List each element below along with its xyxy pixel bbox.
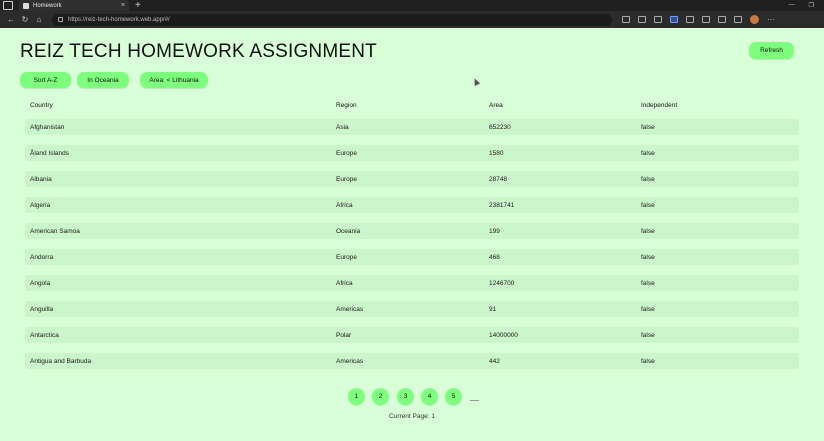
- cell-independent: false: [641, 124, 655, 131]
- table-row: Albania Europe 28748 false: [25, 171, 799, 187]
- read-aloud-icon[interactable]: [638, 16, 646, 23]
- cell-region: Europe: [336, 254, 357, 261]
- url-field[interactable]: https://reiz-tech-homework.web.app/#/: [52, 13, 612, 26]
- cell-region: Africa: [336, 280, 353, 287]
- page-button-1[interactable]: 1: [348, 388, 365, 405]
- cell-country: Albania: [30, 176, 52, 183]
- cell-country: Algeria: [30, 202, 51, 209]
- pagination-more-indicator[interactable]: [470, 400, 479, 401]
- table-header: Country Region Area Independent: [30, 102, 790, 112]
- cell-country: Angola: [30, 280, 51, 287]
- window-controls: — ❐: [789, 2, 814, 9]
- extension-icons: ···: [622, 15, 775, 24]
- cell-country: Afghanistan: [30, 124, 65, 131]
- back-icon[interactable]: ←: [4, 15, 18, 24]
- cell-independent: false: [641, 150, 655, 157]
- cell-area: 442: [489, 358, 500, 365]
- cell-independent: false: [641, 332, 655, 339]
- cell-area: 652230: [489, 124, 511, 131]
- cell-area: 2381741: [489, 202, 515, 209]
- table-row: Antigua and Barbuda Americas 442 false: [25, 353, 799, 369]
- more-options-icon[interactable]: ···: [767, 15, 775, 24]
- in-oceania-button[interactable]: In Oceania: [77, 72, 129, 88]
- table-row: Algeria Africa 2381741 false: [25, 197, 799, 213]
- favicon-icon: [23, 2, 29, 9]
- header-independent: Independent: [641, 102, 678, 109]
- profile-avatar[interactable]: [750, 15, 759, 24]
- new-tab-icon[interactable]: +: [135, 0, 141, 11]
- mouse-cursor-icon: [471, 77, 481, 86]
- cell-independent: false: [641, 228, 655, 235]
- cell-independent: false: [641, 202, 655, 209]
- sort-az-button[interactable]: Sort A-Z: [20, 72, 71, 88]
- cell-country: American Samoa: [30, 228, 80, 235]
- cell-country: Åland Islands: [30, 150, 70, 157]
- cell-independent: false: [641, 306, 655, 313]
- table-row: Afghanistan Asia 652230 false: [25, 119, 799, 135]
- favorite-icon[interactable]: [654, 16, 662, 23]
- extension-icon[interactable]: [670, 16, 678, 23]
- cell-region: Asia: [336, 124, 349, 131]
- favorites-icon[interactable]: [702, 16, 710, 23]
- close-tab-icon[interactable]: ×: [121, 2, 125, 9]
- cell-region: Americas: [336, 306, 364, 313]
- maximize-icon[interactable]: ❐: [809, 2, 814, 9]
- table-row: Anguilla Americas 91 false: [25, 301, 799, 317]
- cell-independent: false: [641, 358, 655, 365]
- cell-area: 28748: [489, 176, 508, 183]
- cell-country: Andorra: [30, 254, 54, 261]
- cell-independent: false: [641, 280, 655, 287]
- cell-area: 1580: [489, 150, 504, 157]
- cell-region: Americas: [336, 358, 364, 365]
- cell-country: Antigua and Barbuda: [30, 358, 92, 365]
- page-title: REIZ TECH HOMEWORK ASSIGNMENT: [20, 41, 377, 62]
- cell-region: Polar: [336, 332, 352, 339]
- browser-address-bar: ← ↻ ⌂ https://reiz-tech-homework.web.app…: [0, 11, 824, 28]
- table-row: Antarctica Polar 14000000 false: [25, 327, 799, 343]
- url-text: https://reiz-tech-homework.web.app/#/: [68, 16, 170, 23]
- area-filter-button[interactable]: Area: < Lithuania: [140, 72, 208, 88]
- cell-area: 91: [489, 306, 497, 313]
- cell-region: Europe: [336, 150, 357, 157]
- header-region: Region: [336, 102, 357, 109]
- cell-area: 199: [489, 228, 500, 235]
- cell-area: 468: [489, 254, 500, 261]
- table-row: American Samoa Oceania 199 false: [25, 223, 799, 239]
- collections-icon[interactable]: [718, 16, 726, 23]
- header-area: Area: [489, 102, 503, 109]
- browser-essentials-icon[interactable]: [734, 16, 742, 23]
- tab-title: Homework: [33, 2, 62, 9]
- cell-area: 14000000: [489, 332, 518, 339]
- refresh-button[interactable]: Refresh: [749, 42, 794, 59]
- lock-icon: [58, 17, 63, 22]
- page-button-4[interactable]: 4: [421, 388, 438, 405]
- cell-independent: false: [641, 254, 655, 261]
- page-button-5[interactable]: 5: [445, 388, 462, 405]
- pagination: 1 2 3 4 5: [0, 388, 824, 406]
- cell-country: Anguilla: [30, 306, 54, 313]
- page-content: REIZ TECH HOMEWORK ASSIGNMENT Refresh So…: [0, 28, 824, 441]
- split-screen-icon[interactable]: [686, 16, 694, 23]
- page-button-2[interactable]: 2: [372, 388, 389, 405]
- browser-tab[interactable]: Homework ×: [19, 0, 129, 11]
- reload-icon[interactable]: ↻: [18, 15, 32, 24]
- reader-view-icon[interactable]: [622, 16, 630, 23]
- table-row: Åland Islands Europe 1580 false: [25, 145, 799, 161]
- cell-region: Africa: [336, 202, 353, 209]
- tab-actions-icon[interactable]: [3, 1, 13, 10]
- home-icon[interactable]: ⌂: [32, 15, 46, 24]
- cell-region: Oceania: [336, 228, 361, 235]
- minimize-icon[interactable]: —: [789, 2, 795, 9]
- cell-country: Antarctica: [30, 332, 59, 339]
- cell-area: 1246700: [489, 280, 515, 287]
- cell-independent: false: [641, 176, 655, 183]
- page-button-3[interactable]: 3: [397, 388, 414, 405]
- browser-tab-bar: Homework × + — ❐: [0, 0, 824, 11]
- table-row: Angola Africa 1246700 false: [25, 275, 799, 291]
- cell-region: Europe: [336, 176, 357, 183]
- current-page-label: Current Page: 1: [389, 413, 435, 420]
- table-row: Andorra Europe 468 false: [25, 249, 799, 265]
- header-country: Country: [30, 102, 53, 109]
